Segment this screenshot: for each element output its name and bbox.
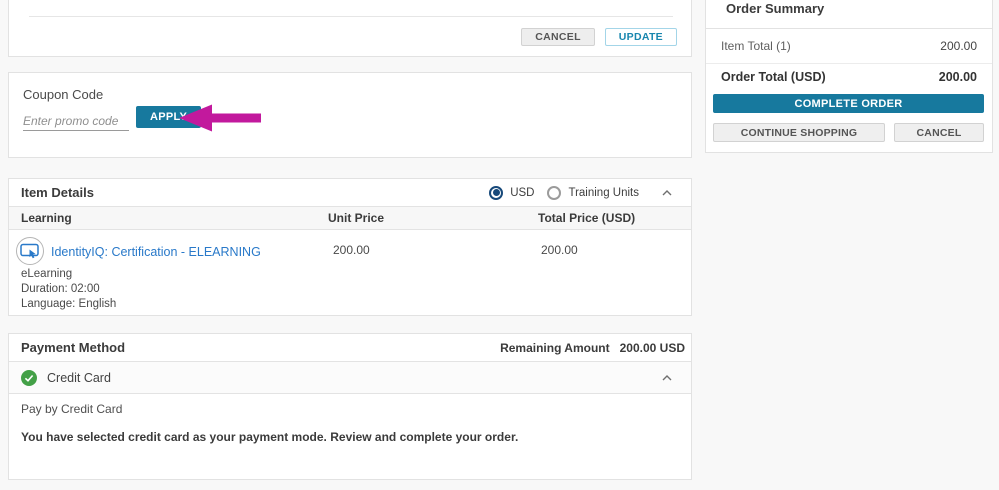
cart-update-actions: CANCEL UPDATE xyxy=(521,28,677,46)
order-total-label: Order Total (USD) xyxy=(721,70,826,84)
cart-update-button[interactable]: UPDATE xyxy=(605,28,677,46)
unit-price-value: 200.00 xyxy=(333,243,370,257)
course-meta: eLearning Duration: 02:00 Language: Engl… xyxy=(21,267,116,312)
course-link[interactable]: IdentityIQ: Certification - ELEARNING xyxy=(51,245,261,259)
credit-card-label: Credit Card xyxy=(47,371,111,385)
cancel-order-button[interactable]: CANCEL xyxy=(894,123,984,142)
promo-code-input[interactable] xyxy=(23,111,129,131)
currency-toggle: USD Training Units xyxy=(489,179,672,206)
course-duration: Duration: 02:00 xyxy=(21,282,116,297)
course-type: eLearning xyxy=(21,267,116,282)
item-total-row: Item Total (1) 200.00 xyxy=(706,28,992,64)
item-details-panel: Item Details USD Training Units Learning… xyxy=(8,178,692,316)
column-total-price: Total Price (USD) xyxy=(538,207,635,229)
cart-cancel-button[interactable]: CANCEL xyxy=(521,28,595,46)
remaining-amount: Remaining Amount 200.00 USD xyxy=(500,334,685,361)
item-details-header: Item Details USD Training Units xyxy=(9,179,691,206)
cart-update-panel: CANCEL UPDATE xyxy=(8,0,692,57)
item-details-collapse-chevron-up-icon[interactable] xyxy=(662,190,672,196)
item-total-value: 200.00 xyxy=(940,39,977,53)
order-summary-title: Order Summary xyxy=(726,1,824,16)
coupon-code-title: Coupon Code xyxy=(23,87,103,102)
check-circle-icon xyxy=(21,370,37,386)
training-units-radio[interactable] xyxy=(547,186,561,200)
remaining-amount-label: Remaining Amount xyxy=(500,341,610,355)
usd-radio-label[interactable]: USD xyxy=(510,187,534,199)
credit-card-collapse-chevron-up-icon[interactable] xyxy=(662,375,672,381)
column-learning: Learning xyxy=(21,207,72,229)
remaining-amount-value: 200.00 USD xyxy=(620,341,685,355)
coupon-panel: Coupon Code APPLY xyxy=(8,72,692,158)
course-language: Language: English xyxy=(21,297,116,312)
payment-confirmation-text: You have selected credit card as your pa… xyxy=(21,430,518,444)
training-units-radio-label[interactable]: Training Units xyxy=(568,187,639,199)
payment-method-header: Payment Method Remaining Amount 200.00 U… xyxy=(9,334,691,361)
complete-order-button[interactable]: COMPLETE ORDER xyxy=(713,94,984,113)
annotation-arrow-icon xyxy=(179,104,261,132)
payment-method-panel: Payment Method Remaining Amount 200.00 U… xyxy=(8,333,692,480)
order-summary-panel: Order Summary Item Total (1) 200.00 Orde… xyxy=(705,0,993,153)
divider xyxy=(29,16,673,17)
payment-method-title: Payment Method xyxy=(21,334,125,361)
item-total-label: Item Total (1) xyxy=(721,39,791,53)
total-price-value: 200.00 xyxy=(541,243,578,257)
elearning-course-icon xyxy=(16,237,44,265)
continue-shopping-button[interactable]: CONTINUE SHOPPING xyxy=(713,123,885,142)
usd-radio[interactable] xyxy=(489,186,503,200)
item-details-title: Item Details xyxy=(21,179,94,206)
pay-by-credit-card-text: Pay by Credit Card xyxy=(21,402,122,416)
order-total-row: Order Total (USD) 200.00 xyxy=(706,64,992,89)
item-table-header: Learning Unit Price Total Price (USD) xyxy=(9,206,691,230)
order-total-value: 200.00 xyxy=(939,70,977,84)
credit-card-accordion[interactable]: Credit Card xyxy=(9,361,691,394)
column-unit-price: Unit Price xyxy=(328,207,384,229)
